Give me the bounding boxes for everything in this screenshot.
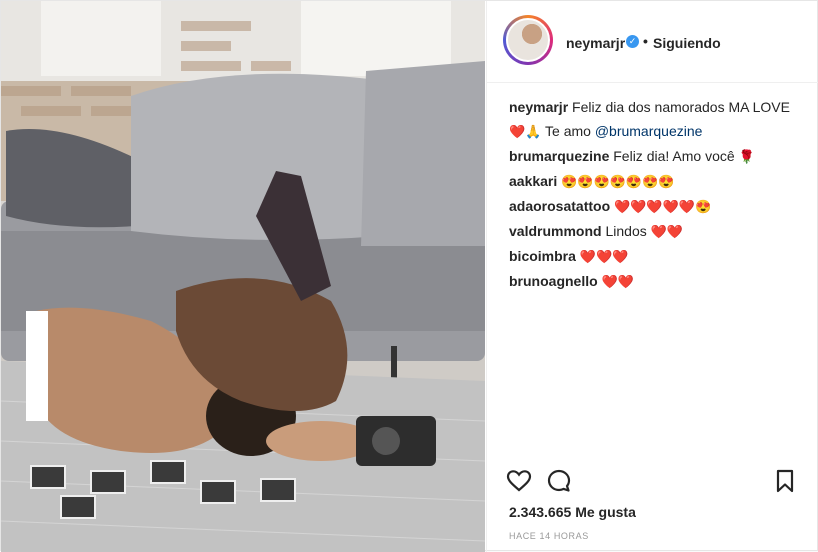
bookmark-icon[interactable] <box>772 468 798 494</box>
post-side-panel: neymarjr ✓ • Siguiendo neymarjr Feliz di… <box>486 1 818 552</box>
comment-username[interactable]: bicoimbra <box>509 248 576 264</box>
comment-username[interactable]: brunoagnello <box>509 273 598 289</box>
comment-text: Feliz dia! Amo você <box>613 148 735 164</box>
action-bar <box>487 468 818 498</box>
comment-username[interactable]: aakkari <box>509 173 557 189</box>
header-username[interactable]: neymarjr <box>566 35 625 51</box>
comment-emojis: ❤️❤️ <box>601 274 634 289</box>
avatar[interactable] <box>503 15 553 65</box>
comment-emojis: ❤️❤️ <box>650 224 683 239</box>
post-header: neymarjr ✓ • Siguiendo <box>487 1 818 83</box>
comment-item: brumarquezine Feliz dia! Amo você 🌹 <box>509 144 805 169</box>
comment-item: valdrummond Lindos ❤️❤️ <box>509 219 805 244</box>
comment-emojis: 🌹 <box>738 149 755 164</box>
comments-list: neymarjr Feliz dia dos namorados MA LOVE… <box>509 95 805 294</box>
instagram-post: neymarjr ✓ • Siguiendo neymarjr Feliz di… <box>0 0 818 552</box>
comment-icon[interactable] <box>546 468 572 494</box>
avatar-image <box>506 18 550 62</box>
comment-item: bicoimbra ❤️❤️❤️ <box>509 244 805 269</box>
likes-label: Me gusta <box>575 504 636 520</box>
comment-emojis: ❤️❤️❤️❤️❤️😍 <box>614 199 712 214</box>
caption-text: Feliz dia dos namorados MA LOVE <box>572 99 790 115</box>
caption-emojis: ❤️🙏 <box>509 124 542 139</box>
comment-item: brunoagnello ❤️❤️ <box>509 269 805 294</box>
likes-number: 2.343.665 <box>509 504 572 520</box>
caption: neymarjr Feliz dia dos namorados MA LOVE… <box>509 95 805 144</box>
comment-item: adaorosatattoo ❤️❤️❤️❤️❤️😍 <box>509 194 805 219</box>
comment-username[interactable]: adaorosatattoo <box>509 198 610 214</box>
verified-badge-icon: ✓ <box>626 35 639 48</box>
comment-emojis: ❤️❤️❤️ <box>579 249 629 264</box>
likes-count[interactable]: 2.343.665 Me gusta <box>509 504 636 520</box>
comment-username[interactable]: brumarquezine <box>509 148 609 164</box>
comment-username[interactable]: valdrummond <box>509 223 602 239</box>
comment-item: aakkari 😍😍😍😍😍😍😍 <box>509 169 805 194</box>
following-button[interactable]: Siguiendo <box>653 35 721 51</box>
caption-username[interactable]: neymarjr <box>509 99 568 115</box>
caption-text-2: Te amo <box>545 123 591 139</box>
separator-dot: • <box>643 33 648 49</box>
post-photo[interactable] <box>1 1 485 552</box>
post-timestamp: HACE 14 HORAS <box>509 531 589 541</box>
photo-illustration <box>1 1 485 552</box>
comment-text: Lindos <box>605 223 647 239</box>
comment-emojis: 😍😍😍😍😍😍😍 <box>561 174 675 189</box>
heart-icon[interactable] <box>506 468 532 494</box>
caption-mention[interactable]: @brumarquezine <box>595 123 703 139</box>
